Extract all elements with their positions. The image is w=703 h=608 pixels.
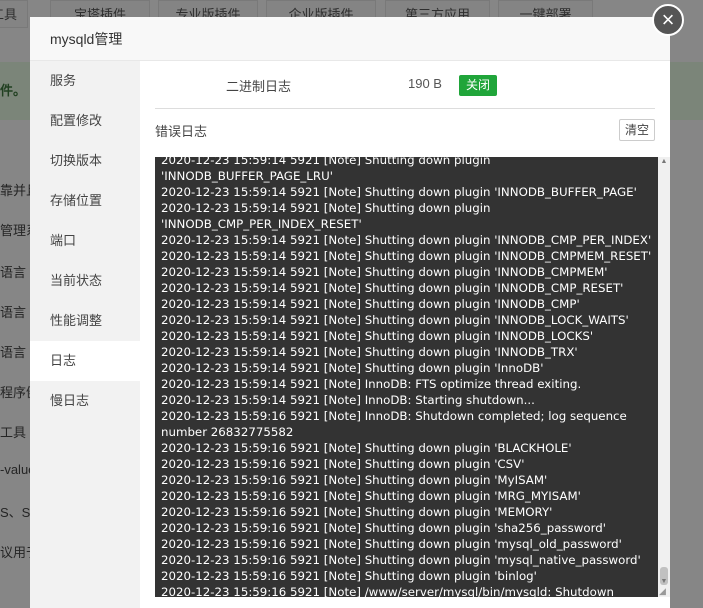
- log-line: 2020-12-23 15:59:16 5921 [Note] Shutting…: [161, 473, 548, 487]
- log-line: 2020-12-23 15:59:16 5921 [Note] Shutting…: [161, 457, 525, 471]
- log-line: 2020-12-23 15:59:16 5921 [Note] InnoDB: …: [161, 409, 627, 439]
- log-line: 2020-12-23 15:59:14 5921 [Note] Shutting…: [161, 281, 624, 295]
- sidebar-item-config[interactable]: 配置修改: [30, 101, 140, 141]
- log-line: 2020-12-23 15:59:14 5921 [Note] Shutting…: [161, 201, 491, 231]
- sidebar-item-current-status[interactable]: 当前状态: [30, 261, 140, 301]
- log-line: 2020-12-23 15:59:16 5921 [Note] /www/ser…: [161, 585, 614, 597]
- resize-grip-icon[interactable]: ◢: [659, 587, 668, 596]
- log-line: 2020-12-23 15:59:16 5921 [Note] Shutting…: [161, 521, 606, 535]
- logs-panel: 二进制日志 190 B 关闭 错误日志 清空 2020-12-23 15:59:…: [140, 61, 670, 608]
- dialog-sidebar: 服务 配置修改 切换版本 存储位置 端口 当前状态 性能调整 日志 慢日志: [30, 61, 140, 608]
- log-line: 2020-12-23 15:59:14 5921 [Note] Shutting…: [161, 185, 637, 199]
- log-line: 2020-12-23 15:59:14 5921 [Note] Shutting…: [161, 361, 544, 375]
- log-line: 2020-12-23 15:59:14 5921 [Note] Shutting…: [161, 265, 608, 279]
- dialog-title: mysqld管理: [30, 17, 670, 61]
- mysqld-manager-dialog: mysqld管理 服务 配置修改 切换版本 存储位置 端口 当前状态 性能调整 …: [30, 17, 670, 608]
- log-line: 2020-12-23 15:59:14 5921 [Note] Shutting…: [161, 233, 652, 247]
- log-line: 2020-12-23 15:59:14 5921 [Note] Shutting…: [161, 313, 629, 327]
- binlog-label: 二进制日志: [226, 79, 292, 94]
- scroll-up-arrow-icon[interactable]: ▲: [658, 157, 670, 167]
- sidebar-item-storage-location[interactable]: 存储位置: [30, 181, 140, 221]
- binlog-row: 二进制日志 190 B 关闭: [155, 61, 655, 109]
- sidebar-item-service[interactable]: 服务: [30, 61, 140, 101]
- close-icon[interactable]: ×: [652, 4, 684, 36]
- sidebar-item-port[interactable]: 端口: [30, 221, 140, 261]
- log-line: 2020-12-23 15:59:16 5921 [Note] Shutting…: [161, 553, 641, 567]
- log-line: 2020-12-23 15:59:14 5921 [Note] Shutting…: [161, 345, 578, 359]
- error-log-content: 2020-12-23 15:59:14 5921 [Note] Shutting…: [161, 157, 654, 597]
- sidebar-item-logs[interactable]: 日志: [30, 341, 140, 381]
- log-line: 2020-12-23 15:59:16 5921 [Note] Shutting…: [161, 489, 581, 503]
- log-line: 2020-12-23 15:59:14 5921 [Note] InnoDB: …: [161, 393, 535, 407]
- log-line: 2020-12-23 15:59:14 5921 [Note] Shutting…: [161, 157, 491, 183]
- log-line: 2020-12-23 15:59:16 5921 [Note] Shutting…: [161, 537, 622, 551]
- sidebar-item-performance[interactable]: 性能调整: [30, 301, 140, 341]
- clear-log-button[interactable]: 清空: [619, 119, 655, 141]
- error-log-textarea[interactable]: 2020-12-23 15:59:14 5921 [Note] Shutting…: [155, 157, 670, 597]
- log-line: 2020-12-23 15:59:16 5921 [Note] Shutting…: [161, 505, 553, 519]
- log-line: 2020-12-23 15:59:14 5921 [Note] Shutting…: [161, 329, 594, 343]
- sidebar-item-switch-version[interactable]: 切换版本: [30, 141, 140, 181]
- log-line: 2020-12-23 15:59:14 5921 [Note] Shutting…: [161, 249, 652, 263]
- binlog-toggle-button[interactable]: 关闭: [459, 75, 497, 96]
- log-scrollbar[interactable]: ▲ ▼: [658, 157, 670, 597]
- log-line: 2020-12-23 15:59:16 5921 [Note] Shutting…: [161, 441, 572, 455]
- log-line: 2020-12-23 15:59:16 5921 [Note] Shutting…: [161, 569, 537, 583]
- log-line: 2020-12-23 15:59:14 5921 [Note] Shutting…: [161, 297, 580, 311]
- log-line: 2020-12-23 15:59:14 5921 [Note] InnoDB: …: [161, 377, 582, 391]
- error-log-title: 错误日志: [155, 124, 208, 139]
- binlog-size: 190 B: [408, 76, 442, 91]
- sidebar-item-slow-log[interactable]: 慢日志: [30, 381, 140, 421]
